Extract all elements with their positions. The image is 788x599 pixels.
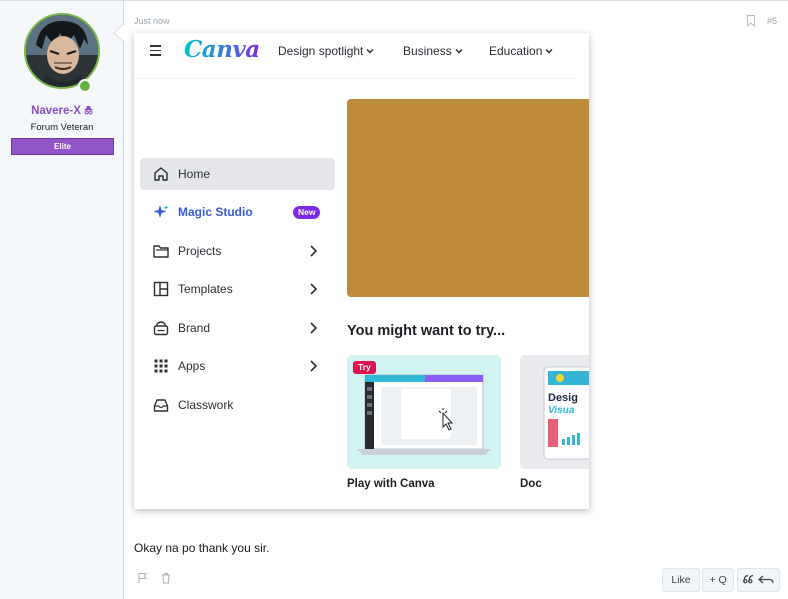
chevron-right-icon bbox=[310, 283, 318, 295]
quote-reply-button[interactable] bbox=[737, 568, 780, 592]
quote-reply-icon bbox=[742, 574, 774, 584]
card-doc[interactable]: Desig Visua bbox=[520, 355, 589, 469]
post-time[interactable]: Just now bbox=[134, 16, 170, 26]
user-info-column: Navere-X Forum Veteran Elite bbox=[0, 1, 124, 599]
sidebar-item-templates[interactable]: Templates bbox=[140, 273, 335, 305]
card-play-with-canva[interactable]: Try bbox=[347, 355, 501, 469]
sidebar-item-home[interactable]: Home bbox=[140, 158, 335, 190]
avatar[interactable] bbox=[24, 13, 100, 93]
sidebar-item-label: Home bbox=[178, 167, 211, 181]
canva-header: Canva Design spotlight Business Educatio… bbox=[134, 33, 576, 79]
post-message: Okay na po thank you sir. bbox=[134, 541, 270, 555]
sidebar-item-label: Brand bbox=[178, 321, 211, 335]
username-text[interactable]: Navere-X bbox=[31, 105, 81, 117]
card-title[interactable]: Doc bbox=[520, 478, 542, 490]
chevron-right-icon bbox=[310, 322, 318, 334]
user-title: Forum Veteran bbox=[30, 122, 94, 133]
nav-design-spotlight[interactable]: Design spotlight bbox=[278, 44, 374, 58]
apps-icon bbox=[154, 359, 168, 373]
canva-logo[interactable]: Canva bbox=[184, 36, 260, 63]
post-number[interactable]: #5 bbox=[767, 16, 777, 26]
avatar-image[interactable] bbox=[24, 13, 100, 89]
sidebar-item-label: Apps bbox=[178, 359, 206, 373]
chevron-down-icon bbox=[366, 48, 374, 54]
try-badge: Try bbox=[353, 361, 376, 374]
new-badge: New bbox=[293, 206, 321, 219]
hero-banner[interactable] bbox=[347, 99, 589, 297]
doc-preview-heading: Desig bbox=[548, 392, 578, 404]
sidebar-item-apps[interactable]: Apps bbox=[140, 350, 335, 382]
nav-education[interactable]: Education bbox=[489, 44, 553, 58]
doc-preview-subheading: Visua bbox=[548, 405, 575, 416]
template-icon bbox=[153, 281, 169, 297]
sparkle-icon bbox=[153, 205, 169, 218]
sidebar-item-classwork[interactable]: Classwork bbox=[140, 389, 335, 421]
menu-icon[interactable] bbox=[150, 45, 162, 57]
chevron-right-icon bbox=[310, 360, 318, 372]
folder-icon bbox=[153, 245, 169, 258]
bookmark-icon[interactable] bbox=[746, 15, 756, 27]
chevron-down-icon bbox=[545, 48, 553, 54]
username[interactable]: Navere-X bbox=[0, 105, 124, 117]
like-button[interactable]: Like bbox=[662, 568, 700, 592]
report-flag-icon[interactable] bbox=[137, 572, 149, 584]
user-banner: Elite bbox=[11, 138, 114, 155]
incognito-icon bbox=[84, 106, 93, 115]
canva-screenshot[interactable]: Canva Design spotlight Business Educatio… bbox=[134, 33, 589, 509]
home-icon bbox=[154, 167, 168, 181]
forum-post: Navere-X Forum Veteran Elite Just now #5… bbox=[0, 0, 788, 599]
section-title: You might want to try... bbox=[347, 323, 506, 339]
chevron-down-icon bbox=[455, 48, 463, 54]
inbox-icon bbox=[153, 399, 169, 412]
sidebar-item-label: Classwork bbox=[178, 398, 234, 412]
multi-quote-button[interactable]: + Q bbox=[702, 568, 734, 592]
sidebar-item-brand[interactable]: Brand bbox=[140, 312, 335, 344]
online-status-icon bbox=[78, 79, 92, 93]
sidebar-item-magic-studio[interactable]: Magic Studio New bbox=[140, 196, 335, 228]
brand-icon bbox=[153, 321, 169, 336]
card-title[interactable]: Play with Canva bbox=[347, 478, 435, 490]
chevron-right-icon bbox=[310, 245, 318, 257]
nav-business[interactable]: Business bbox=[403, 44, 463, 58]
sidebar-item-label: Projects bbox=[178, 244, 222, 258]
trash-icon[interactable] bbox=[160, 572, 172, 584]
sidebar-item-label: Templates bbox=[178, 282, 233, 296]
sidebar-item-label: Magic Studio bbox=[178, 205, 253, 219]
doc-illustration: Desig Visua bbox=[543, 366, 589, 460]
sidebar-item-projects[interactable]: Projects bbox=[140, 235, 335, 267]
